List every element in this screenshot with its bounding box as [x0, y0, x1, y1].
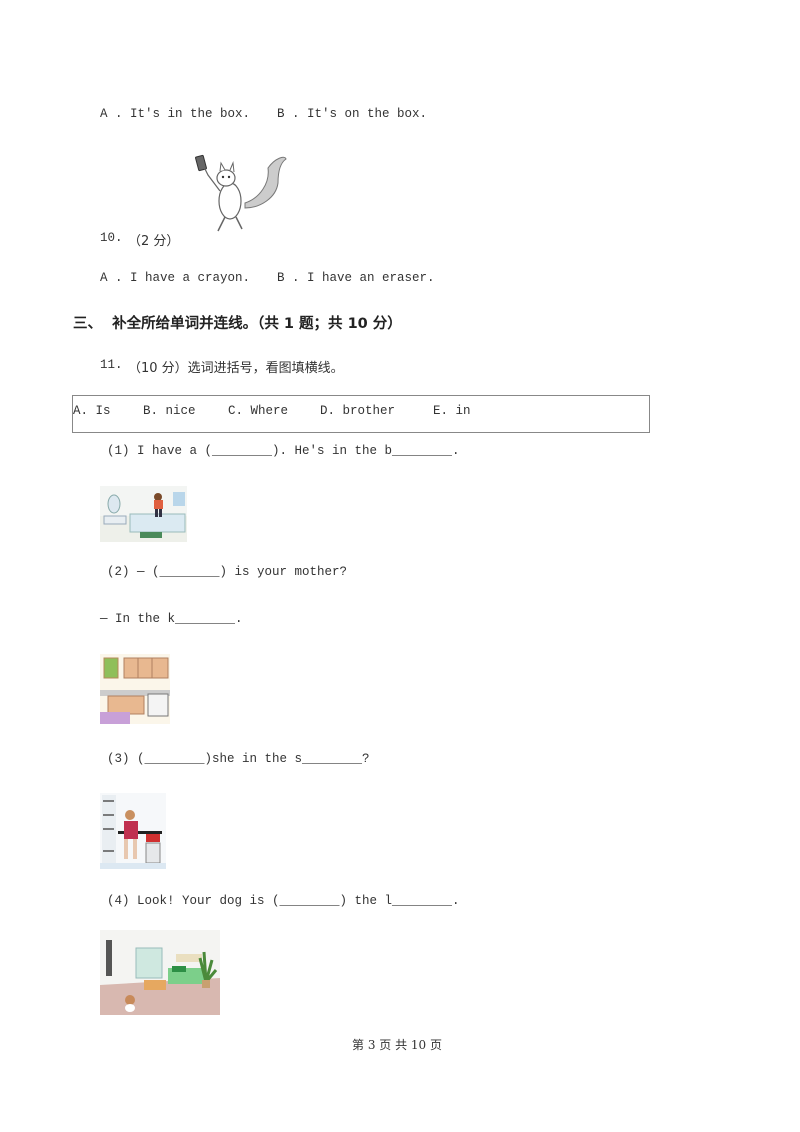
q10-option-b: B . I have an eraser. [277, 271, 435, 285]
word-option-b: B. nice [143, 404, 196, 418]
word-bank-box: A. Is B. nice C. Where D. brother E. in [72, 395, 650, 433]
q10-option-a: A . I have a crayon. [100, 271, 251, 285]
q10-number: 10. [100, 231, 123, 245]
q9-option-b: B . It's on the box. [277, 107, 428, 121]
q11-item-4: (4) Look! Your dog is (________) the l__… [107, 894, 460, 908]
q9-option-a: A . It's in the box. [100, 107, 251, 121]
word-option-c: C. Where [228, 404, 289, 418]
study-room-image [100, 793, 166, 869]
q11-item-3: (3) (________)she in the s________? [107, 752, 370, 766]
bathroom-image [100, 486, 187, 542]
q11-item-2-question: (2) — (________) is your mother? [107, 565, 348, 579]
squirrel-image [190, 153, 290, 235]
word-option-a: A. Is [73, 404, 111, 418]
word-option-d: D. brother [320, 404, 396, 418]
living-room-image [100, 930, 220, 1015]
q10-score: （2 分） [128, 234, 180, 249]
section-3-heading: 三、 补全所给单词并连线。（共 1 题；共 10 分） [73, 316, 402, 332]
q11-item-2-answer: — In the k________. [100, 612, 243, 626]
q11-number: 11. [100, 358, 123, 372]
kitchen-image [100, 654, 170, 724]
word-option-e: E. in [433, 404, 471, 418]
q11-item-1: (1) I have a (________). He's in the b__… [107, 444, 460, 458]
page-footer: 第 3 页 共 10 页 [352, 1038, 442, 1052]
q11-prompt: （10 分）选词进括号，看图填横线。 [128, 361, 344, 376]
